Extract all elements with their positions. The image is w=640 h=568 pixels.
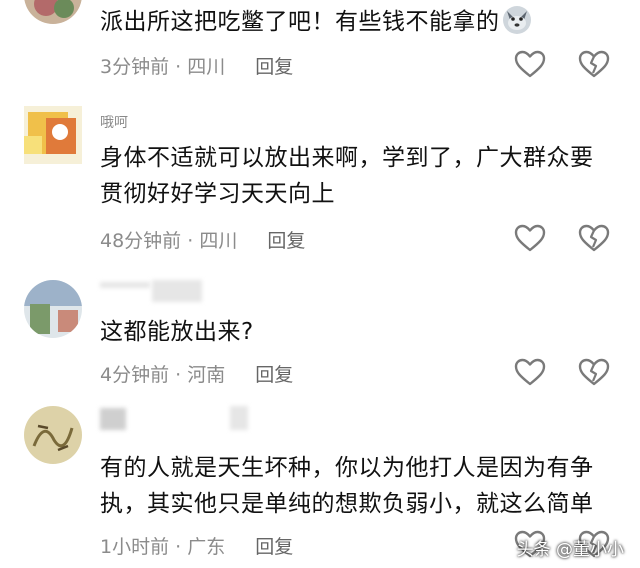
username[interactable]: 哦呵 bbox=[100, 112, 128, 132]
comment-meta: 3分钟前 · 四川 回复 bbox=[100, 52, 293, 79]
meta-separator: · bbox=[175, 364, 182, 386]
wolf-emoji-icon bbox=[502, 5, 532, 35]
comment-text: 这都能放出来? bbox=[100, 314, 620, 350]
comment-text: 有的人就是天生坏种，你以为他打人是因为有争 执，其实他只是单纯的想欺负弱小，就这… bbox=[100, 450, 620, 522]
comment-location: 四川 bbox=[187, 56, 226, 78]
comment-time: 48分钟前 bbox=[100, 230, 182, 252]
comment-location: 广东 bbox=[187, 536, 226, 558]
username-redacted bbox=[230, 406, 248, 430]
reply-button[interactable]: 回复 bbox=[255, 56, 293, 78]
comment-text-line: 贯彻好好学习天天向上 bbox=[100, 181, 335, 207]
heart-outline-icon[interactable] bbox=[514, 224, 546, 252]
comment-meta: 1小时前 · 广东 回复 bbox=[100, 532, 293, 559]
username-redacted bbox=[100, 408, 126, 430]
meta-separator: · bbox=[187, 230, 194, 252]
comment-time: 3分钟前 bbox=[100, 56, 170, 78]
comment-text: 派出所这把吃鳖了吧！有些钱不能拿的 bbox=[100, 4, 620, 40]
broken-heart-icon[interactable] bbox=[578, 224, 610, 252]
comment-text: 身体不适就可以放出来啊，学到了，广大群众要 贯彻好好学习天天向上 bbox=[100, 140, 620, 212]
username-redacted bbox=[152, 280, 202, 302]
reply-button[interactable]: 回复 bbox=[267, 230, 305, 252]
avatar[interactable] bbox=[24, 0, 82, 24]
broken-heart-icon[interactable] bbox=[578, 50, 610, 78]
comment-text-line: 这都能放出来? bbox=[100, 319, 254, 345]
heart-outline-icon[interactable] bbox=[514, 50, 546, 78]
avatar[interactable] bbox=[24, 106, 82, 164]
meta-separator: · bbox=[175, 56, 182, 78]
reply-button[interactable]: 回复 bbox=[255, 536, 293, 558]
comment-meta: 48分钟前 · 四川 回复 bbox=[100, 226, 305, 253]
username-redacted bbox=[100, 282, 150, 288]
broken-heart-icon[interactable] bbox=[578, 358, 610, 386]
comment-text-line: 有的人就是天生坏种，你以为他打人是因为有争 bbox=[100, 455, 594, 481]
comment-meta: 4分钟前 · 河南 回复 bbox=[100, 360, 293, 387]
watermark: 头条 @董小小 bbox=[516, 540, 624, 560]
avatar[interactable] bbox=[24, 406, 82, 464]
comment-time: 1小时前 bbox=[100, 536, 170, 558]
comment-location: 河南 bbox=[187, 364, 226, 386]
comment-time: 4分钟前 bbox=[100, 364, 170, 386]
heart-outline-icon[interactable] bbox=[514, 358, 546, 386]
meta-separator: · bbox=[175, 536, 182, 558]
comment-text-line: 身体不适就可以放出来啊，学到了，广大群众要 bbox=[100, 145, 594, 171]
comment-location: 四川 bbox=[199, 230, 238, 252]
avatar[interactable] bbox=[24, 280, 82, 338]
comment-text-line: 执，其实他只是单纯的想欺负弱小，就这么简单 bbox=[100, 491, 594, 517]
reply-button[interactable]: 回复 bbox=[255, 364, 293, 386]
